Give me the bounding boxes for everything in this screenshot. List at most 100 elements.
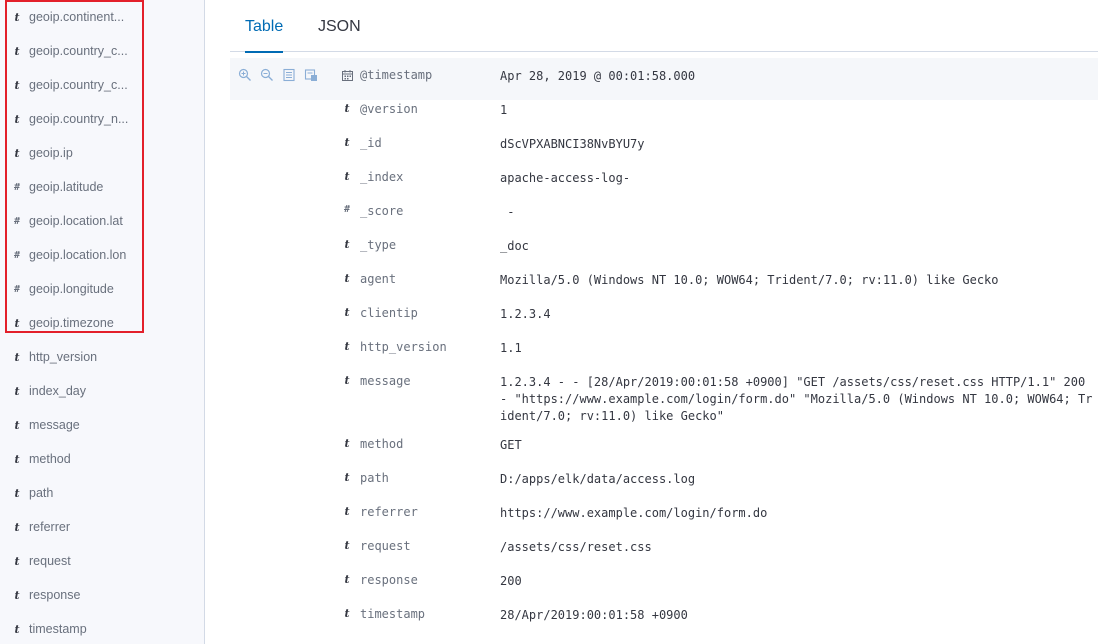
sidebar-field-name: geoip.location.lat bbox=[29, 214, 123, 228]
doc-field-row: t timestamp 28/Apr/2019:00:01:58 +0900 bbox=[230, 607, 1098, 637]
sidebar-field-item[interactable]: t method bbox=[0, 442, 205, 476]
doc-field-row: t agent Mozilla/5.0 (Windows NT 10.0; WOW6… bbox=[230, 272, 1098, 302]
tab-table[interactable]: Table bbox=[245, 0, 284, 53]
tab-json[interactable]: JSON bbox=[318, 0, 361, 52]
sidebar-field-name: referrer bbox=[29, 520, 70, 534]
number-type-icon: # bbox=[13, 215, 21, 227]
string-type-icon: t bbox=[14, 418, 20, 432]
doc-field-name: timestamp bbox=[360, 607, 426, 621]
doc-field-value: - bbox=[500, 205, 515, 219]
doc-field-value: 28/Apr/2019:00:01:58 +0900 bbox=[500, 608, 688, 622]
string-type-icon: t bbox=[14, 112, 20, 126]
string-type-icon: t bbox=[344, 471, 350, 484]
sidebar-field-item[interactable]: t path bbox=[0, 476, 205, 510]
string-type-icon: t bbox=[344, 374, 350, 387]
row-action-icons bbox=[238, 68, 318, 82]
doc-field-name: _score bbox=[360, 204, 404, 218]
doc-field-value: 200 bbox=[500, 574, 522, 588]
doc-field-name: message bbox=[360, 374, 411, 388]
date-type-icon bbox=[340, 70, 354, 84]
sidebar-field-item[interactable]: t timestamp bbox=[0, 612, 205, 644]
doc-field-value: https://www.example.com/login/form.do bbox=[500, 506, 768, 520]
sidebar-field-item[interactable]: t message bbox=[0, 408, 205, 442]
doc-field-value: Mozilla/5.0 (Windows NT 10.0; WOW64; Tri… bbox=[500, 273, 999, 287]
toggle-column-icon[interactable] bbox=[282, 68, 296, 82]
doc-field-row: # _score - bbox=[230, 204, 1098, 234]
doc-field-name: method bbox=[360, 437, 404, 451]
zoom-out-icon[interactable] bbox=[260, 68, 274, 82]
string-type-icon: t bbox=[344, 437, 350, 450]
sidebar-field-item[interactable]: t geoip.ip bbox=[0, 136, 205, 170]
string-type-icon: t bbox=[14, 146, 20, 160]
string-type-icon: t bbox=[14, 44, 20, 58]
string-type-icon: t bbox=[344, 136, 350, 149]
sidebar-field-item[interactable]: t geoip.timezone bbox=[0, 306, 205, 340]
string-type-icon: t bbox=[344, 505, 350, 518]
sidebar-field-name: geoip.continent... bbox=[29, 10, 125, 24]
string-type-icon: t bbox=[14, 384, 20, 398]
sidebar-field-item[interactable]: # geoip.latitude bbox=[0, 170, 205, 204]
sidebar-field-name: index_day bbox=[29, 384, 86, 398]
sidebar-field-item[interactable]: t referrer bbox=[0, 510, 205, 544]
doc-field-row: t clientip 1.2.3.4 bbox=[230, 306, 1098, 336]
doc-field-name: path bbox=[360, 471, 389, 485]
sidebar-field-name: geoip.location.lon bbox=[29, 248, 127, 262]
sidebar-field-item[interactable]: t geoip.country_c... bbox=[0, 34, 205, 68]
doc-field-name: _id bbox=[360, 136, 382, 150]
doc-field-value: dScVPXABNCI38NvBYU7y bbox=[500, 137, 645, 151]
number-type-icon: # bbox=[343, 204, 351, 215]
doc-field-value: D:/apps/elk/data/access.log bbox=[500, 472, 696, 486]
doc-field-row: t @version 1 bbox=[230, 102, 1098, 132]
sidebar-field-item[interactable]: # geoip.location.lon bbox=[0, 238, 205, 272]
string-type-icon: t bbox=[14, 588, 20, 602]
doc-field-row: t _index apache-access-log- bbox=[230, 170, 1098, 200]
zoom-in-icon[interactable] bbox=[238, 68, 252, 82]
doc-field-name: _index bbox=[360, 170, 404, 184]
sidebar-field-item[interactable]: t geoip.continent... bbox=[0, 0, 205, 34]
doc-field-value: apache-access-log- bbox=[500, 171, 631, 185]
sidebar-field-name: geoip.country_c... bbox=[29, 44, 128, 58]
string-type-icon: t bbox=[14, 78, 20, 92]
sidebar-field-item[interactable]: t geoip.country_n... bbox=[0, 102, 205, 136]
string-type-icon: t bbox=[344, 306, 350, 319]
sidebar-field-name: message bbox=[29, 418, 80, 432]
doc-field-row: t http_version 1.1 bbox=[230, 340, 1098, 370]
string-type-icon: t bbox=[14, 554, 20, 568]
doc-field-value: 1.1 bbox=[500, 341, 522, 355]
doc-field-name: response bbox=[360, 573, 418, 587]
sidebar-field-item[interactable]: # geoip.longitude bbox=[0, 272, 205, 306]
sidebar-field-name: geoip.latitude bbox=[29, 180, 104, 194]
sidebar-field-item[interactable]: t response bbox=[0, 578, 205, 612]
sidebar-field-item[interactable]: t http_version bbox=[0, 340, 205, 374]
doc-field-row: t response 200 bbox=[230, 573, 1098, 603]
doc-field-value: Apr 28, 2019 @ 00:01:58.000 bbox=[500, 69, 696, 83]
doc-field-name: clientip bbox=[360, 306, 418, 320]
sidebar-field-item[interactable]: t request bbox=[0, 544, 205, 578]
sidebar-field-name: geoip.timezone bbox=[29, 316, 114, 330]
sidebar-field-item[interactable]: t index_day bbox=[0, 374, 205, 408]
doc-field-name: agent bbox=[360, 272, 397, 286]
string-type-icon: t bbox=[344, 102, 350, 115]
doc-field-row: t _id dScVPXABNCI38NvBYU7y bbox=[230, 136, 1098, 166]
sidebar-field-item[interactable]: # geoip.location.lat bbox=[0, 204, 205, 238]
string-type-icon: t bbox=[344, 272, 350, 285]
doc-field-row: t message 1.2.3.4 - - [28/Apr/2019:00:01:5… bbox=[230, 374, 1098, 423]
string-type-icon: t bbox=[14, 316, 20, 330]
doc-field-name: referrer bbox=[360, 505, 418, 519]
doc-field-row: t request/assets/css/reset.css bbox=[230, 539, 1098, 569]
doc-field-value: _doc bbox=[500, 239, 529, 253]
doc-field-value: /assets/css/reset.css bbox=[500, 540, 652, 554]
field-sidebar: t geoip.continent... t geoip.country_c... t g… bbox=[0, 0, 205, 644]
number-type-icon: # bbox=[13, 283, 21, 295]
sidebar-field-name: geoip.longitude bbox=[29, 282, 114, 296]
doc-field-value: 1.2.3.4 bbox=[500, 307, 551, 321]
sidebar-field-name: request bbox=[29, 554, 71, 568]
doc-field-value: GET bbox=[500, 438, 522, 452]
doc-field-name: request bbox=[360, 539, 411, 553]
sidebar-field-name: geoip.country_n... bbox=[29, 112, 129, 126]
sidebar-field-item[interactable]: t geoip.country_c... bbox=[0, 68, 205, 102]
string-type-icon: t bbox=[14, 486, 20, 500]
string-type-icon: t bbox=[344, 539, 350, 552]
filter-exists-icon[interactable] bbox=[304, 68, 318, 82]
doc-field-name: @timestamp bbox=[360, 68, 433, 82]
